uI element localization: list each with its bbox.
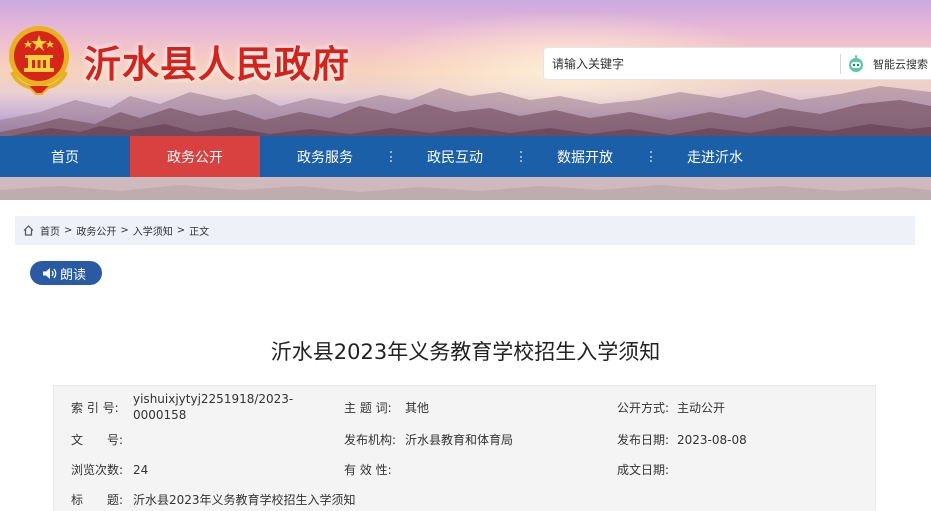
- meta-validity-label: 有 效 性:: [344, 463, 392, 477]
- breadcrumb: 首页 > 政务公开 > 入学须知 > 正文: [15, 216, 915, 245]
- meta-title-label: 标 题:: [71, 493, 124, 507]
- meta-views-label: 浏览次数:: [71, 463, 124, 477]
- breadcrumb-admission-notice[interactable]: 入学须知: [133, 223, 173, 238]
- robot-icon: [849, 54, 863, 72]
- breadcrumb-government-affairs-open[interactable]: 政务公开: [76, 223, 116, 238]
- read-aloud-label: 朗读: [60, 267, 87, 283]
- meta-title-value: 沂水县2023年义务教育学校招生入学须知: [133, 493, 356, 507]
- meta-views-value: 24: [133, 463, 149, 477]
- meta-open-mode-label: 公开方式:: [617, 401, 670, 415]
- main-nav: 首页 政务公开 政务服务 政民互动 数据开放 走进沂水: [0, 136, 931, 177]
- meta-index-label: 索 引 号:: [71, 401, 119, 415]
- breadcrumb-home[interactable]: 首页: [40, 223, 60, 238]
- meta-publisher-label: 发布机构:: [344, 433, 397, 447]
- nav-item-label: 数据开放: [557, 149, 613, 166]
- article-metadata-table: 索 引 号: yishuixjytyj2251918/2023- 0000158…: [53, 385, 876, 511]
- nav-item-public-interaction[interactable]: 政民互动: [390, 136, 522, 177]
- smart-search-button[interactable]: 智能云搜索: [845, 48, 931, 79]
- smart-search-label: 智能云搜索: [873, 57, 928, 71]
- breadcrumb-separator: >: [120, 225, 129, 236]
- meta-publisher-value: 沂水县教育和体育局: [405, 433, 514, 447]
- nav-item-open-data[interactable]: 数据开放: [520, 136, 652, 177]
- national-emblem-icon: [9, 26, 69, 95]
- breadcrumb-current: 正文: [189, 227, 210, 238]
- speaker-icon: [43, 267, 57, 279]
- home-icon: [23, 225, 34, 236]
- read-aloud-button[interactable]: 朗读: [30, 261, 102, 285]
- nav-item-home[interactable]: 首页: [0, 136, 132, 177]
- nav-item-about-yishui[interactable]: 走进沂水: [650, 136, 780, 177]
- meta-open-mode-value: 主动公开: [677, 401, 726, 415]
- site-title[interactable]: 沂水县人民政府: [84, 34, 350, 88]
- meta-index-value-line2: 0000158: [133, 408, 187, 422]
- nav-item-label: 政务服务: [297, 149, 353, 166]
- search-input[interactable]: [544, 48, 838, 79]
- meta-publish-date-label: 发布日期:: [617, 433, 670, 447]
- article-title: 沂水县2023年义务教育学校招生入学须知: [270, 340, 661, 364]
- search-divider: [840, 54, 841, 74]
- meta-subject-value: 其他: [405, 401, 430, 415]
- breadcrumb-separator: >: [176, 225, 186, 236]
- nav-item-label: 走进沂水: [687, 149, 743, 166]
- breadcrumb-separator: >: [64, 225, 73, 236]
- meta-created-date-label: 成文日期:: [617, 463, 670, 477]
- meta-subject-label: 主 题 词:: [344, 401, 392, 415]
- meta-index-value-line1: yishuixjytyj2251918/2023-: [133, 392, 294, 406]
- nav-item-label: 政务公开: [167, 149, 223, 166]
- meta-doc-no-label: 文 号:: [71, 433, 124, 447]
- nav-item-label: 首页: [51, 149, 79, 166]
- meta-publish-date-value: 2023-08-08: [677, 433, 747, 447]
- meta-index-value: yishuixjytyj2251918/2023- 0000158: [133, 391, 293, 423]
- nav-item-government-affairs-open[interactable]: 政务公开: [130, 136, 260, 177]
- search-box: 智能云搜索: [543, 47, 931, 80]
- nav-item-label: 政民互动: [427, 149, 483, 166]
- nav-item-government-services[interactable]: 政务服务: [260, 136, 392, 177]
